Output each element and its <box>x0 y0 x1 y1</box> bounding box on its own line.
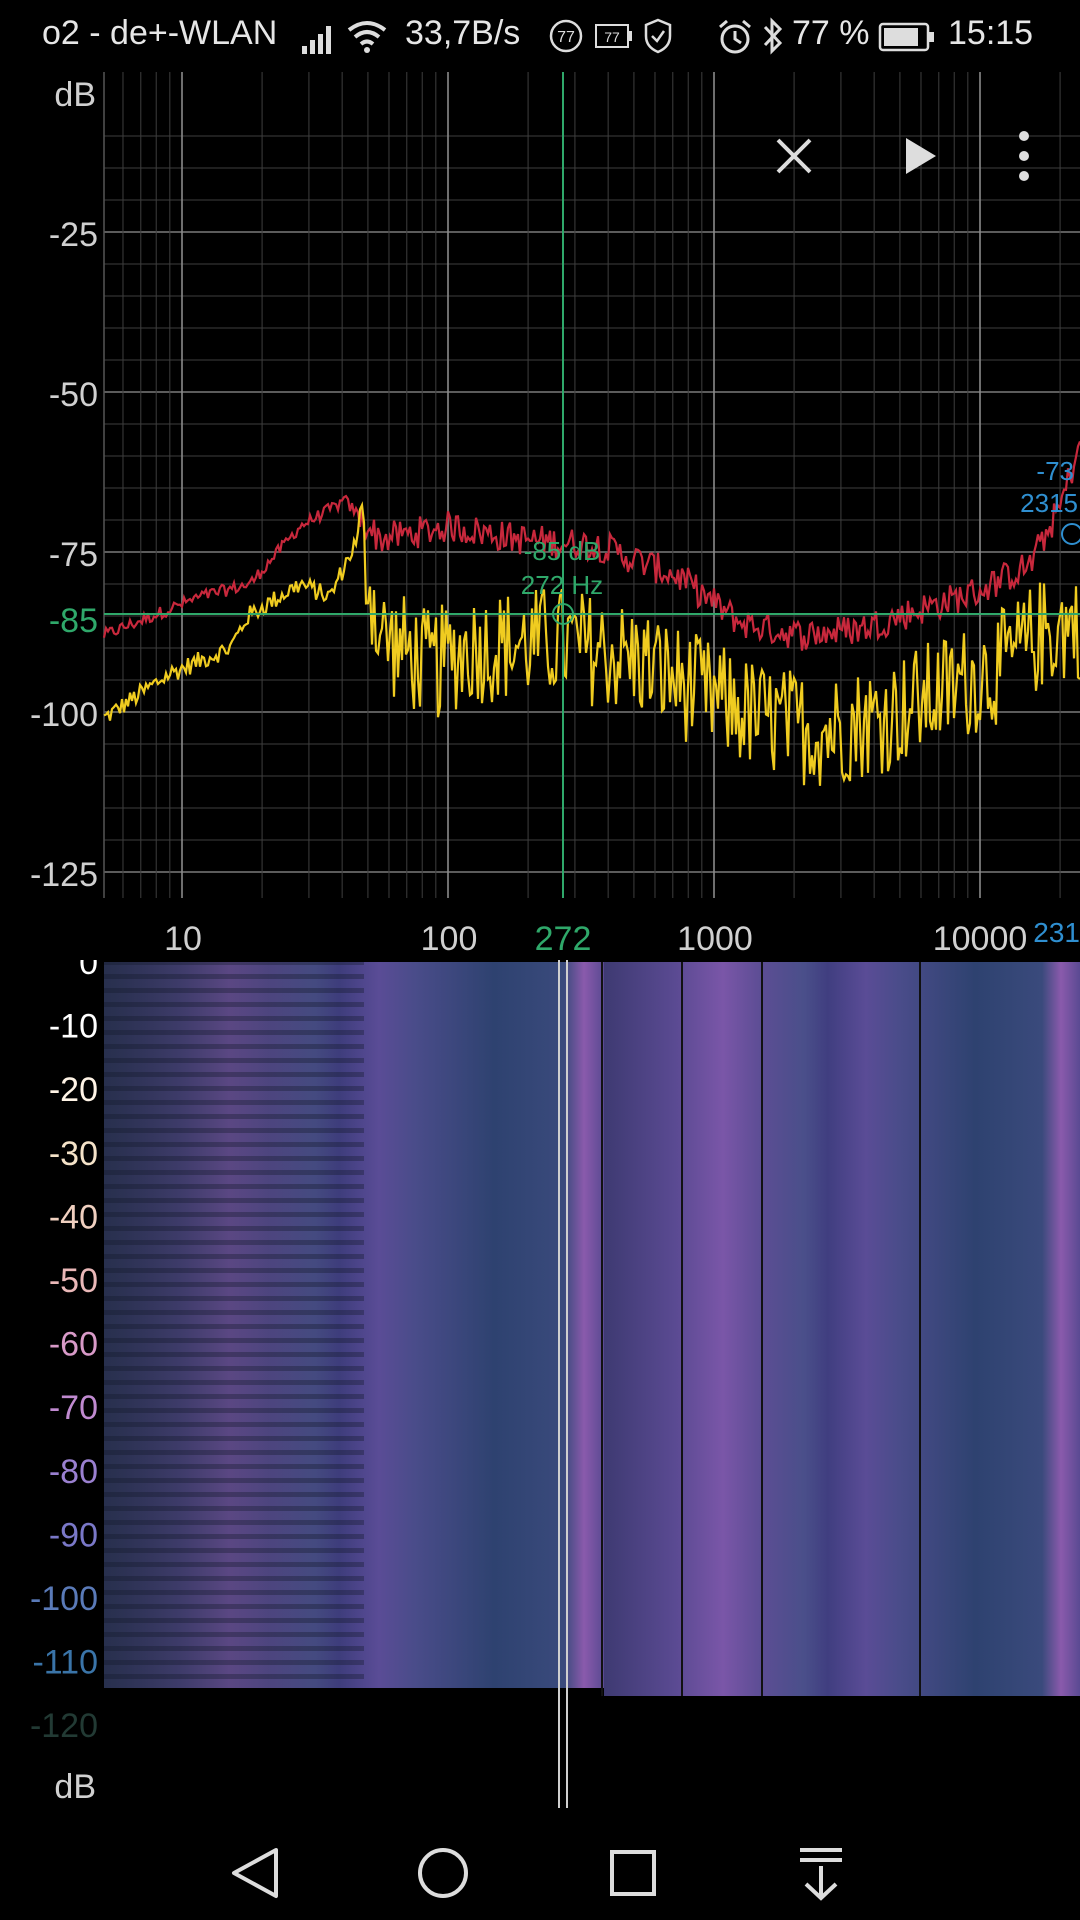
clock: 15:15 <box>948 14 1034 52</box>
spectrogram-y-tick: -60 <box>49 1326 98 1364</box>
spectrum-chart[interactable]: dB -25 -50 -75 -100 -125 -85 10 100 1000… <box>0 72 1080 960</box>
notification-pull-icon[interactable] <box>776 1838 866 1908</box>
peak-axis-label: 231 <box>1033 917 1080 948</box>
more-vertical-icon[interactable] <box>984 116 1064 196</box>
carrier-label: o2 - de+-WLAN <box>42 14 278 52</box>
alarm-icon <box>719 19 751 54</box>
cursor-db-label: -85 dB <box>524 536 601 566</box>
spectrogram-y-tick: -90 <box>49 1516 98 1554</box>
spectrogram-y-tick: -30 <box>49 1135 98 1173</box>
spectrogram-y-tick: -120 <box>30 1707 98 1745</box>
spectrogram-y-tick: -50 <box>49 1262 98 1300</box>
spectrogram-y-tick: -10 <box>49 1008 98 1046</box>
home-icon[interactable] <box>398 1838 488 1908</box>
navigation-bar <box>0 1820 1080 1920</box>
y-tick: -50 <box>49 376 98 414</box>
x-tick: 10000 <box>933 920 1028 958</box>
spectrogram-y-tick: -110 <box>32 1644 98 1682</box>
battery-icon <box>878 22 934 52</box>
shield-icon <box>644 18 672 54</box>
spectrogram-y-tick: -80 <box>49 1453 98 1491</box>
spectrogram-svg[interactable]: 0 -10 -20 -30 -40 -50 -60 -70 -80 -90 -100 -110 -120… <box>0 944 1080 1820</box>
y-tick: -100 <box>30 696 98 734</box>
spectrogram-y-tick: 0 <box>79 960 98 982</box>
status-bar: o2 - de+-WLAN 33,7B/s 77 77 77 % 15:15 <box>0 0 1080 72</box>
spectrogram-y-tick: -20 <box>49 1071 98 1109</box>
spectrum-plot[interactable]: dB -25 -50 -75 -100 -125 -85 10 100 1000… <box>0 72 1080 960</box>
spectrogram-y-tick: -100 <box>30 1580 98 1618</box>
net-speed-label: 33,7B/s <box>405 14 521 52</box>
y-tick: -125 <box>30 856 98 894</box>
svg-text:77: 77 <box>557 29 575 46</box>
bluetooth-icon <box>763 17 783 55</box>
wifi-icon <box>347 21 387 53</box>
battery-percent: 77 % <box>792 14 870 52</box>
spectrogram-stripes <box>104 962 364 1688</box>
spectrogram-y-axis: 0 -10 -20 -30 -40 -50 -60 -70 -80 -90 -100 -110 -120… <box>30 944 98 1806</box>
x-tick: 10 <box>164 920 202 958</box>
play-icon[interactable] <box>878 116 958 196</box>
y-axis-unit: dB <box>54 76 96 114</box>
peak-hz-label: 2315 <box>1020 488 1078 518</box>
battery-small-icon: 77 <box>595 24 632 48</box>
cursor-db-axis-label: -85 <box>49 602 98 640</box>
svg-text:77: 77 <box>604 29 620 45</box>
recents-icon[interactable] <box>588 1838 678 1908</box>
spectrogram-unit: dB <box>54 1768 96 1806</box>
peak-db-label: -73 <box>1036 456 1074 486</box>
signal-icon <box>302 26 331 54</box>
x-tick: 100 <box>421 920 478 958</box>
close-icon[interactable] <box>754 116 834 196</box>
back-icon[interactable] <box>212 1838 302 1908</box>
x-tick: 1000 <box>677 920 753 958</box>
spectrogram-view[interactable]: 0 -10 -20 -30 -40 -50 -60 -70 -80 -90 -100 -110 -120… <box>0 944 1080 1820</box>
spectrum-y-axis: dB -25 -50 -75 -100 -125 -85 <box>30 76 98 894</box>
cursor-freq-axis-label: 272 <box>535 920 592 958</box>
spectrum-x-axis: 10 100 1000 10000 272 231 <box>164 917 1080 958</box>
badge-icon: 77 <box>549 19 583 53</box>
cursor-hz-label: 272 Hz <box>521 570 603 600</box>
y-tick: -75 <box>49 536 98 574</box>
y-tick: -25 <box>49 216 98 254</box>
spectrogram-y-tick: -70 <box>49 1389 98 1427</box>
spectrogram-y-tick: -40 <box>49 1198 98 1236</box>
